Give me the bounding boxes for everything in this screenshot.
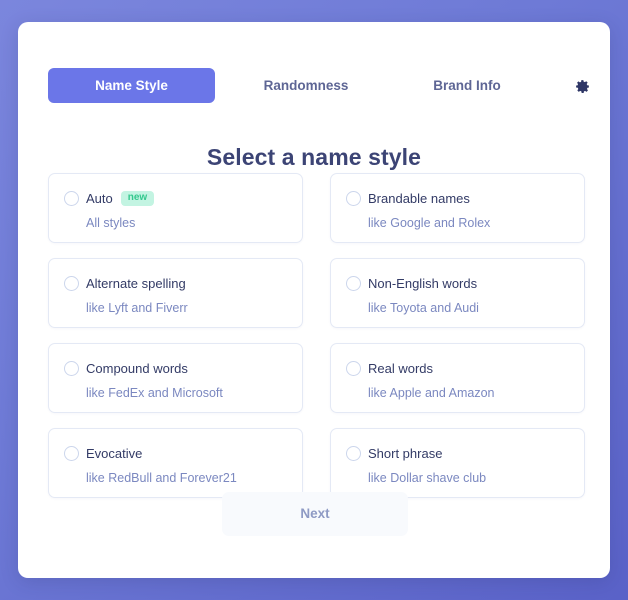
option-title: Non-English words — [368, 276, 478, 291]
option-subtitle: like Apple and Amazon — [368, 386, 495, 400]
option-title: Evocative — [86, 446, 143, 461]
option-title-row: Brandable names — [368, 190, 470, 207]
option-subtitle: like Lyft and Fiverr — [86, 301, 188, 315]
new-badge: new — [120, 191, 155, 206]
option-card-auto[interactable]: Auto new All styles — [48, 173, 303, 243]
tab-brand-info-label: Brand Info — [433, 78, 501, 93]
gear-icon — [574, 78, 591, 95]
radio-real-words[interactable] — [346, 361, 361, 376]
next-button[interactable]: Next — [222, 492, 408, 536]
tab-name-style-label: Name Style — [95, 78, 168, 93]
option-card-non-english-words[interactable]: Non-English words like Toyota and Audi — [330, 258, 585, 328]
option-card-compound-words[interactable]: Compound words like FedEx and Microsoft — [48, 343, 303, 413]
page-title: Select a name style — [206, 144, 422, 170]
radio-evocative[interactable] — [64, 446, 79, 461]
name-style-options: Auto new All styles Brandable names like… — [48, 173, 585, 498]
tab-brand-info[interactable]: Brand Info — [397, 68, 537, 103]
option-card-evocative[interactable]: Evocative like RedBull and Forever21 — [48, 428, 303, 498]
option-title-row: Real words — [368, 360, 433, 377]
option-card-short-phrase[interactable]: Short phrase like Dollar shave club — [330, 428, 585, 498]
settings-button[interactable] — [568, 72, 596, 100]
option-title: Real words — [368, 361, 434, 376]
option-title: Auto — [86, 191, 113, 206]
option-subtitle: All styles — [86, 216, 136, 230]
option-card-alternate-spelling[interactable]: Alternate spelling like Lyft and Fiverr — [48, 258, 303, 328]
tab-name-style[interactable]: Name Style — [48, 68, 215, 103]
option-subtitle: like FedEx and Microsoft — [86, 386, 223, 400]
option-title-row: Alternate spelling — [86, 275, 186, 292]
option-card-real-words[interactable]: Real words like Apple and Amazon — [330, 343, 585, 413]
option-subtitle: like Dollar shave club — [368, 471, 487, 485]
option-title-row: Non-English words — [368, 275, 477, 292]
name-generator-panel: Name Style Randomness Brand Info Select … — [18, 22, 610, 578]
option-title: Compound words — [86, 361, 188, 376]
tab-randomness-label: Randomness — [263, 78, 349, 93]
option-subtitle: like Toyota and Audi — [368, 301, 479, 315]
option-subtitle: like RedBull and Forever21 — [86, 471, 237, 485]
radio-non-english-words[interactable] — [346, 276, 361, 291]
option-title-row: Auto new — [86, 190, 155, 207]
radio-brandable-names[interactable] — [346, 191, 361, 206]
radio-auto[interactable] — [64, 191, 79, 206]
option-subtitle: like Google and Rolex — [368, 216, 491, 230]
option-title-row: Compound words — [86, 360, 188, 377]
option-title: Short phrase — [368, 446, 443, 461]
option-title-row: Evocative — [86, 445, 142, 462]
option-title-row: Short phrase — [368, 445, 442, 462]
option-title: Brandable names — [368, 191, 470, 206]
tab-randomness[interactable]: Randomness — [231, 68, 381, 103]
radio-short-phrase[interactable] — [346, 446, 361, 461]
option-card-brandable-names[interactable]: Brandable names like Google and Rolex — [330, 173, 585, 243]
radio-alternate-spelling[interactable] — [64, 276, 79, 291]
option-title: Alternate spelling — [86, 276, 186, 291]
tab-bar: Name Style Randomness Brand Info — [18, 22, 610, 126]
radio-compound-words[interactable] — [64, 361, 79, 376]
